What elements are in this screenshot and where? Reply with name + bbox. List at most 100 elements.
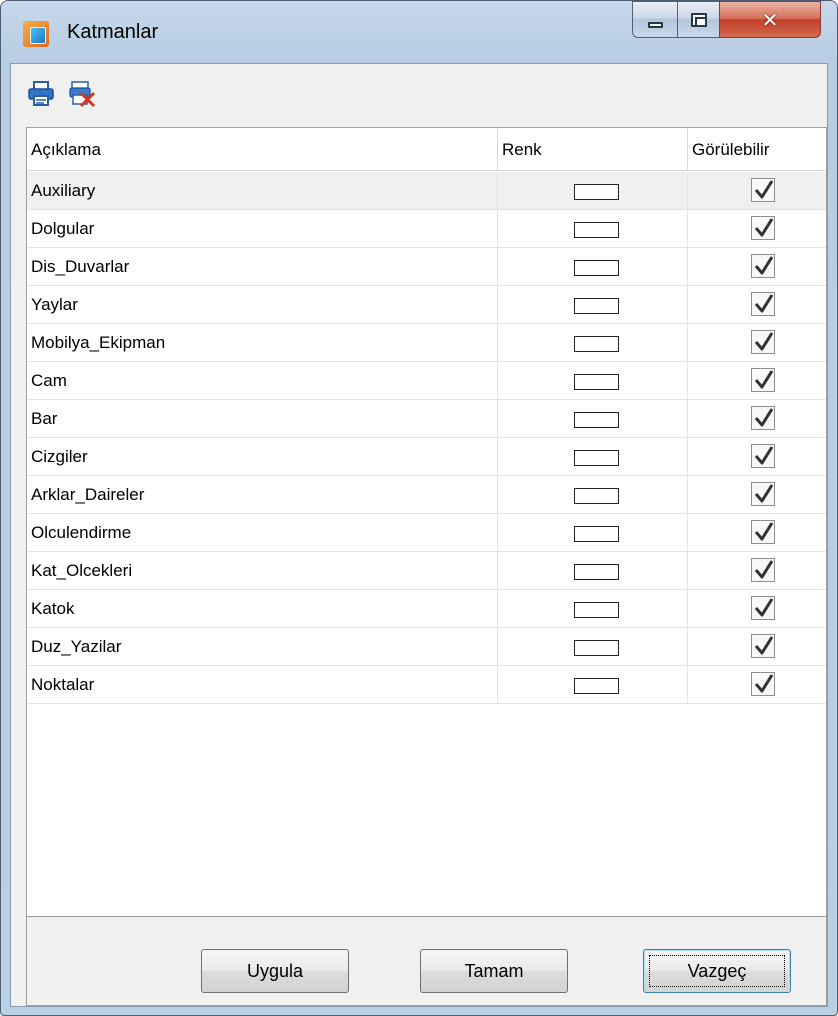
apply-button[interactable]: Uygula — [201, 949, 349, 993]
table-row[interactable]: Noktalar — [27, 666, 826, 704]
layer-name[interactable]: Cizgiler — [27, 438, 498, 476]
layer-name[interactable]: Arklar_Daireler — [27, 476, 498, 514]
layer-color-cell[interactable] — [498, 628, 688, 666]
layer-color-cell[interactable] — [498, 552, 688, 590]
visible-checkbox[interactable] — [751, 596, 775, 620]
layer-name[interactable]: Katok — [27, 590, 498, 628]
layer-visible-cell — [688, 286, 826, 324]
layer-name[interactable]: Mobilya_Ekipman — [27, 324, 498, 362]
layer-color-cell[interactable] — [498, 286, 688, 324]
layer-visible-cell — [688, 210, 826, 248]
layer-color-cell[interactable] — [498, 248, 688, 286]
close-icon: ✕ — [761, 7, 779, 32]
table-row[interactable]: Cam — [27, 362, 826, 400]
color-swatch[interactable] — [574, 184, 619, 200]
visible-checkbox[interactable] — [751, 406, 775, 430]
checkmark-icon — [754, 522, 774, 541]
layer-visible-cell — [688, 476, 826, 514]
visible-checkbox[interactable] — [751, 216, 775, 240]
layer-color-cell[interactable] — [498, 400, 688, 438]
table-row[interactable]: Olculendirme — [27, 514, 826, 552]
table-row[interactable]: Arklar_Daireler — [27, 476, 826, 514]
layer-visible-cell — [688, 628, 826, 666]
close-button[interactable]: ✕ — [719, 1, 821, 38]
table-row[interactable]: Mobilya_Ekipman — [27, 324, 826, 362]
checkmark-icon — [754, 408, 774, 427]
layer-color-cell[interactable] — [498, 666, 688, 704]
table-row[interactable]: Dolgular — [27, 210, 826, 248]
table-row[interactable]: Cizgiler — [27, 438, 826, 476]
layer-name[interactable]: Kat_Olcekleri — [27, 552, 498, 590]
visible-checkbox[interactable] — [751, 292, 775, 316]
checkmark-icon — [754, 484, 774, 503]
layer-name[interactable]: Cam — [27, 362, 498, 400]
layer-visible-cell — [688, 666, 826, 704]
checkmark-icon — [754, 180, 774, 199]
layer-name[interactable]: Bar — [27, 400, 498, 438]
color-swatch[interactable] — [574, 450, 619, 466]
layer-color-cell[interactable] — [498, 362, 688, 400]
layer-name[interactable]: Duz_Yazilar — [27, 628, 498, 666]
color-swatch[interactable] — [574, 374, 619, 390]
table-row[interactable]: Yaylar — [27, 286, 826, 324]
visible-checkbox[interactable] — [751, 254, 775, 278]
layer-color-cell[interactable] — [498, 324, 688, 362]
layer-name[interactable]: Auxiliary — [27, 172, 498, 210]
color-swatch[interactable] — [574, 488, 619, 504]
color-swatch[interactable] — [574, 640, 619, 656]
layer-color-cell[interactable] — [498, 210, 688, 248]
table-row[interactable]: Katok — [27, 590, 826, 628]
checkmark-icon — [754, 598, 774, 617]
column-header-color[interactable]: Renk — [498, 128, 688, 171]
layer-name[interactable]: Dis_Duvarlar — [27, 248, 498, 286]
cancel-button[interactable]: Vazgeç — [643, 949, 791, 993]
layer-visible-cell — [688, 552, 826, 590]
color-swatch[interactable] — [574, 298, 619, 314]
color-swatch[interactable] — [574, 526, 619, 542]
layer-color-cell[interactable] — [498, 590, 688, 628]
layer-color-cell[interactable] — [498, 476, 688, 514]
grid-header: Açıklama Renk Görülebilir — [27, 128, 826, 171]
table-row[interactable]: Duz_Yazilar — [27, 628, 826, 666]
color-swatch[interactable] — [574, 678, 619, 694]
delete-layer-icon[interactable] — [68, 80, 96, 108]
visible-checkbox[interactable] — [751, 444, 775, 468]
layer-name[interactable]: Noktalar — [27, 666, 498, 704]
visible-checkbox[interactable] — [751, 330, 775, 354]
layer-color-cell[interactable] — [498, 172, 688, 210]
layer-color-cell[interactable] — [498, 514, 688, 552]
layer-color-cell[interactable] — [498, 438, 688, 476]
visible-checkbox[interactable] — [751, 520, 775, 544]
color-swatch[interactable] — [574, 336, 619, 352]
window-title: Katmanlar — [67, 21, 159, 43]
color-swatch[interactable] — [574, 602, 619, 618]
visible-checkbox[interactable] — [751, 558, 775, 582]
color-swatch[interactable] — [574, 260, 619, 276]
maximize-button[interactable] — [677, 1, 720, 38]
table-row[interactable]: Bar — [27, 400, 826, 438]
ok-button[interactable]: Tamam — [420, 949, 568, 993]
table-row[interactable]: Dis_Duvarlar — [27, 248, 826, 286]
column-header-description[interactable]: Açıklama — [27, 128, 498, 171]
visible-checkbox[interactable] — [751, 482, 775, 506]
column-header-visible[interactable]: Görülebilir — [688, 128, 826, 171]
visible-checkbox[interactable] — [751, 178, 775, 202]
visible-checkbox[interactable] — [751, 672, 775, 696]
layer-visible-cell — [688, 248, 826, 286]
print-icon[interactable] — [27, 80, 55, 108]
layer-name[interactable]: Yaylar — [27, 286, 498, 324]
checkmark-icon — [754, 218, 774, 237]
layer-name[interactable]: Olculendirme — [27, 514, 498, 552]
visible-checkbox[interactable] — [751, 368, 775, 392]
color-swatch[interactable] — [574, 222, 619, 238]
color-swatch[interactable] — [574, 564, 619, 580]
table-row[interactable]: Auxiliary — [27, 172, 826, 210]
layers-grid: Açıklama Renk Görülebilir Auxiliary Dolgu… — [26, 127, 827, 917]
color-swatch[interactable] — [574, 412, 619, 428]
layer-name[interactable]: Dolgular — [27, 210, 498, 248]
table-row[interactable]: Kat_Olcekleri — [27, 552, 826, 590]
maximize-icon — [690, 12, 707, 27]
visible-checkbox[interactable] — [751, 634, 775, 658]
title-bar[interactable]: Katmanlar ✕ — [1, 1, 838, 63]
minimize-button[interactable] — [632, 1, 678, 38]
